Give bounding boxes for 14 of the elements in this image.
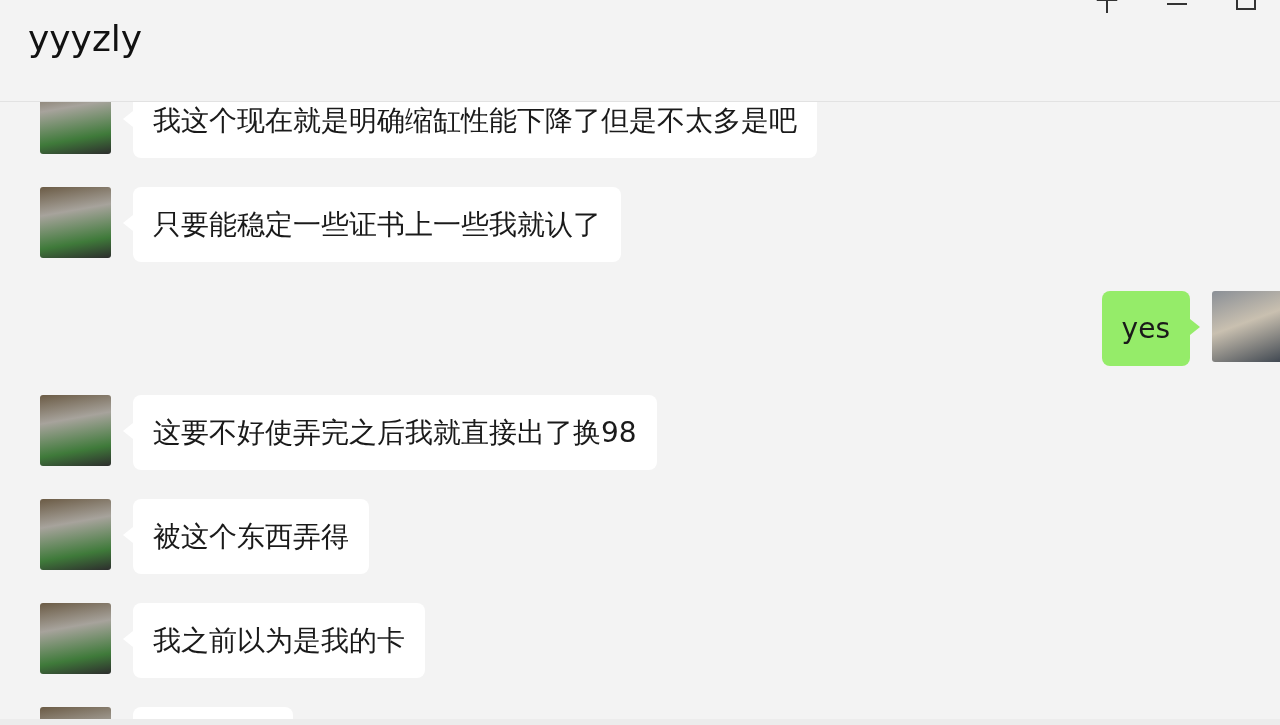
message-bubble: 只要能稳定一些证书上一些我就认了 — [133, 187, 621, 262]
message-bubble: 我之前以为是我的卡 — [133, 603, 425, 678]
avatar-photo — [40, 395, 111, 466]
avatar-photo — [1212, 291, 1280, 362]
message-bubble: 被这个东西弄得 — [133, 499, 369, 574]
bubble-tail — [1190, 319, 1200, 335]
avatar-photo — [40, 603, 111, 674]
avatar-photo — [40, 499, 111, 570]
avatar-photo — [40, 187, 111, 258]
avatar-photo — [40, 102, 111, 154]
message-bubble: yes — [1101, 291, 1190, 366]
window-title: yyyzly — [27, 17, 143, 61]
message-bubble: 我这个现在就是明确缩缸性能下降了但是不太多是吧 — [133, 102, 817, 158]
message-bubble: 这要不好使弄完之后我就直接出了换98 — [133, 395, 657, 470]
